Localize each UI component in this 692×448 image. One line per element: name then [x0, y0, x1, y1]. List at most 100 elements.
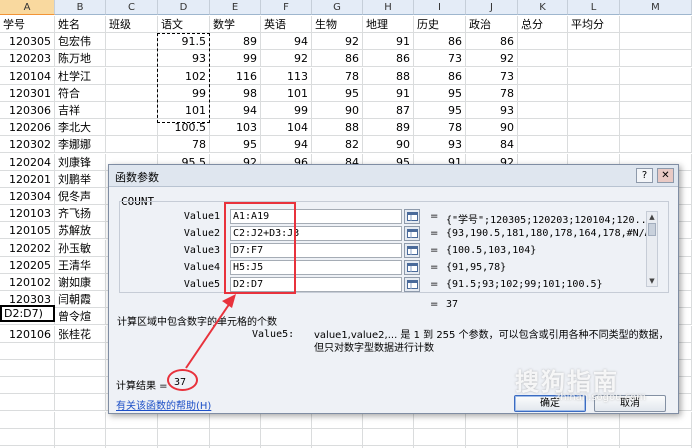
- cell[interactable]: 93: [414, 136, 466, 154]
- cell[interactable]: 78: [466, 84, 518, 102]
- cell[interactable]: 73: [414, 50, 466, 68]
- help-icon[interactable]: ?: [636, 168, 653, 183]
- cell[interactable]: [106, 67, 158, 85]
- cell[interactable]: 90: [466, 119, 518, 137]
- cell[interactable]: 100.5: [158, 119, 210, 137]
- cell[interactable]: 120301: [0, 84, 55, 102]
- cell[interactable]: [518, 33, 568, 51]
- cell[interactable]: [518, 102, 568, 119]
- cell[interactable]: 地理: [363, 16, 414, 33]
- cell[interactable]: 88: [363, 67, 414, 85]
- cell[interactable]: [620, 428, 692, 446]
- cell[interactable]: 94: [261, 33, 312, 51]
- cell[interactable]: [106, 33, 158, 51]
- cell[interactable]: 英语: [261, 16, 312, 33]
- range-picker-icon[interactable]: [404, 226, 420, 241]
- cell[interactable]: [261, 411, 312, 429]
- cell[interactable]: 94: [261, 136, 312, 154]
- cell[interactable]: 李北大: [55, 119, 106, 137]
- cell[interactable]: [568, 411, 620, 429]
- cell[interactable]: [106, 428, 158, 446]
- cell[interactable]: 包宏伟: [55, 33, 106, 51]
- cell[interactable]: [106, 136, 158, 154]
- cell[interactable]: 平均分: [568, 16, 620, 33]
- cell[interactable]: [568, 50, 620, 68]
- cell[interactable]: 93: [466, 102, 518, 119]
- cell[interactable]: 吉祥: [55, 102, 106, 119]
- cell[interactable]: 86: [312, 50, 363, 68]
- cell[interactable]: 102: [158, 67, 210, 85]
- cell[interactable]: 120205: [0, 256, 55, 274]
- cell[interactable]: 101: [158, 102, 210, 119]
- dialog-titlebar[interactable]: 函数参数 ? ✕: [109, 165, 678, 187]
- cell[interactable]: 91.5: [158, 33, 210, 51]
- cell[interactable]: 89: [210, 33, 261, 51]
- cell[interactable]: [414, 428, 466, 446]
- cell[interactable]: 104: [261, 119, 312, 137]
- column-header-H[interactable]: H: [363, 0, 414, 15]
- cell[interactable]: 116: [210, 67, 261, 85]
- cell[interactable]: 政治: [466, 16, 518, 33]
- cell[interactable]: [0, 428, 55, 446]
- cell[interactable]: 120104: [0, 67, 55, 85]
- scroll-thumb[interactable]: [648, 223, 656, 236]
- cell[interactable]: [620, 411, 692, 429]
- cell[interactable]: 120106: [0, 325, 55, 343]
- cell[interactable]: 99: [210, 50, 261, 68]
- active-cell-formula[interactable]: D2:D7): [0, 305, 55, 322]
- cell[interactable]: 78: [312, 67, 363, 85]
- cell[interactable]: [620, 33, 692, 51]
- argument-input[interactable]: A1:A19: [230, 209, 402, 224]
- cell[interactable]: [0, 411, 55, 429]
- cell[interactable]: [620, 67, 692, 85]
- cell[interactable]: [620, 102, 692, 119]
- cell[interactable]: [620, 136, 692, 154]
- cell[interactable]: [568, 102, 620, 119]
- cell[interactable]: [518, 119, 568, 137]
- column-header-J[interactable]: J: [466, 0, 518, 15]
- cell[interactable]: 95: [414, 84, 466, 102]
- cell[interactable]: [568, 136, 620, 154]
- cell[interactable]: 120302: [0, 136, 55, 154]
- cell[interactable]: 94: [210, 102, 261, 119]
- cell[interactable]: [620, 16, 692, 33]
- cell[interactable]: 数学: [210, 16, 261, 33]
- cell[interactable]: 113: [261, 67, 312, 85]
- cell[interactable]: 杜学江: [55, 67, 106, 85]
- cell[interactable]: 87: [363, 102, 414, 119]
- cell[interactable]: 总分: [518, 16, 568, 33]
- cell[interactable]: 99: [158, 84, 210, 102]
- cell[interactable]: [518, 428, 568, 446]
- cell[interactable]: [518, 84, 568, 102]
- cell[interactable]: [106, 102, 158, 119]
- column-header-K[interactable]: K: [518, 0, 568, 15]
- cell[interactable]: [0, 342, 55, 360]
- cell[interactable]: 符合: [55, 84, 106, 102]
- cell[interactable]: 闫朝霞: [55, 291, 106, 309]
- cell[interactable]: 86: [466, 33, 518, 51]
- cell[interactable]: 张桂花: [55, 325, 106, 343]
- close-icon[interactable]: ✕: [657, 168, 674, 183]
- cell[interactable]: 91: [363, 33, 414, 51]
- cell[interactable]: 92: [261, 50, 312, 68]
- function-help-link[interactable]: 有关该函数的帮助(H): [116, 397, 211, 412]
- cell[interactable]: [518, 136, 568, 154]
- column-header-C[interactable]: C: [106, 0, 158, 15]
- range-picker-icon[interactable]: [404, 243, 420, 258]
- cell[interactable]: 89: [363, 119, 414, 137]
- column-header-A[interactable]: A: [0, 0, 55, 15]
- cell[interactable]: 98: [210, 84, 261, 102]
- cell[interactable]: 苏解放: [55, 222, 106, 240]
- cell[interactable]: 92: [312, 33, 363, 51]
- cell[interactable]: 73: [466, 67, 518, 85]
- column-header-E[interactable]: E: [210, 0, 261, 15]
- cell[interactable]: [620, 84, 692, 102]
- cell[interactable]: 姓名: [55, 16, 106, 33]
- cell[interactable]: 90: [363, 136, 414, 154]
- cell[interactable]: 120103: [0, 205, 55, 223]
- cell[interactable]: 91: [363, 84, 414, 102]
- cell[interactable]: 78: [414, 119, 466, 137]
- range-picker-icon[interactable]: [404, 277, 420, 292]
- cell[interactable]: [55, 377, 106, 395]
- cell[interactable]: 92: [466, 50, 518, 68]
